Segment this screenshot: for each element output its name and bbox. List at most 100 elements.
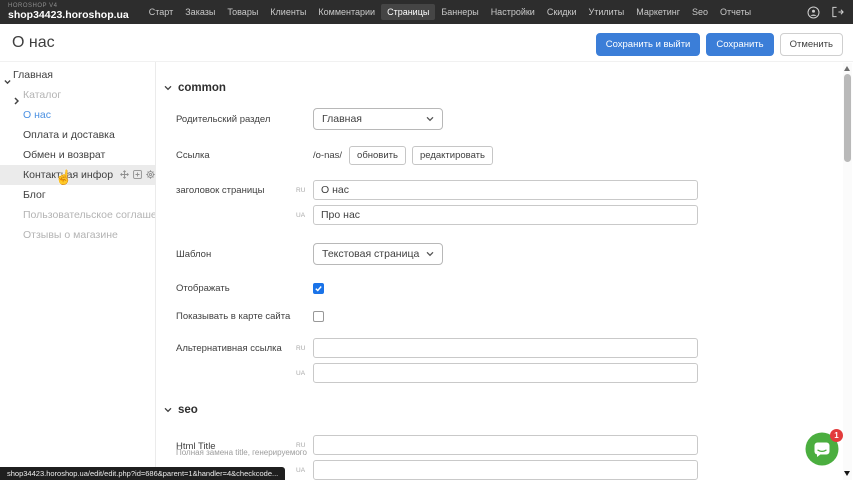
link-row: Ссылка /o-nas/ обновить редактировать bbox=[176, 146, 841, 165]
save-button[interactable]: Сохранить bbox=[706, 33, 773, 56]
sidebar-item-5[interactable]: Контактная инфор bbox=[0, 165, 155, 185]
display-checkbox[interactable] bbox=[313, 283, 324, 294]
chevron-down-icon bbox=[164, 407, 172, 413]
link-update-button[interactable]: обновить bbox=[349, 146, 406, 165]
topbar-menu-item-7[interactable]: Настройки bbox=[485, 4, 541, 20]
gear-icon[interactable] bbox=[146, 170, 155, 179]
cursor-hand-icon: ☝ bbox=[55, 169, 72, 186]
parent-section-select[interactable]: Главная bbox=[313, 108, 443, 130]
html-title-ru-input[interactable] bbox=[313, 435, 698, 455]
lang-ru-tag: RU bbox=[296, 344, 313, 352]
sidebar-item-4[interactable]: Обмен и возврат bbox=[0, 145, 155, 165]
topbar-menu-item-1[interactable]: Заказы bbox=[179, 4, 221, 20]
page-title: О нас bbox=[12, 34, 55, 52]
spacer bbox=[296, 254, 313, 255]
sidebar-item-6[interactable]: Блог bbox=[0, 185, 155, 205]
sidebar: Главная Каталог О насОплата и доставка Обме… bbox=[0, 62, 156, 480]
brand[interactable]: HOROSHOP V4 shop34423.horoshop.ua bbox=[8, 3, 129, 21]
topbar-menu-item-9[interactable]: Утилиты bbox=[583, 4, 631, 20]
topbar-menu-item-5[interactable]: Страницы bbox=[381, 4, 435, 20]
sitemap-row: Показывать в карте сайта bbox=[176, 311, 841, 322]
scrollbar[interactable] bbox=[843, 63, 852, 480]
topbar-icons bbox=[807, 6, 844, 19]
lang-ru-tag: RU bbox=[296, 186, 313, 194]
spacer bbox=[296, 288, 313, 289]
page-title-ua-input[interactable] bbox=[313, 205, 698, 225]
alt-link-label: Альтернативная ссылка bbox=[176, 343, 296, 354]
alt-link-ua-input[interactable] bbox=[313, 363, 698, 383]
html-title-label-block: Html Title Полная замена title, генериру… bbox=[176, 436, 296, 454]
scrollbar-down-arrow[interactable] bbox=[844, 471, 850, 476]
page-title-ua-row: UA bbox=[176, 205, 841, 225]
sitemap-label: Показывать в карте сайта bbox=[176, 311, 296, 322]
html-title-ru-row: Html Title Полная замена title, генериру… bbox=[176, 435, 841, 455]
topbar: HOROSHOP V4 shop34423.horoshop.ua СтартЗ… bbox=[0, 0, 853, 24]
logout-icon[interactable] bbox=[831, 6, 844, 18]
main-content: common Родительский раздел Главная Ссылк… bbox=[157, 62, 841, 480]
sidebar-item-3[interactable]: Оплата и доставка bbox=[0, 125, 155, 145]
html-title-ua-input[interactable] bbox=[313, 460, 698, 480]
topbar-menu-item-0[interactable]: Старт bbox=[143, 4, 179, 20]
section-seo-title: seo bbox=[178, 404, 198, 416]
sidebar-item-2[interactable]: О нас bbox=[0, 105, 155, 125]
section-seo[interactable]: seo bbox=[164, 404, 841, 416]
sitemap-checkbox[interactable] bbox=[313, 311, 324, 322]
header-buttons: Сохранить и выйти Сохранить Отменить bbox=[596, 33, 843, 56]
html-title-note: Полная замена title, генерируемого bbox=[176, 448, 307, 457]
topbar-menu-item-4[interactable]: Комментарии bbox=[312, 4, 381, 20]
template-select[interactable]: Текстовая страница bbox=[313, 243, 443, 265]
chevron-down-icon bbox=[426, 116, 434, 122]
topbar-menu-item-8[interactable]: Скидки bbox=[541, 4, 583, 20]
sidebar-item-label: Обмен и возврат bbox=[23, 149, 105, 161]
alt-link-ru-row: Альтернативная ссылка RU bbox=[176, 338, 841, 358]
display-label: Отображать bbox=[176, 283, 296, 294]
chevron-down-icon bbox=[164, 85, 172, 91]
topbar-menu-item-3[interactable]: Клиенты bbox=[264, 4, 312, 20]
parent-section-value: Главная bbox=[322, 113, 362, 125]
topbar-menu-item-2[interactable]: Товары bbox=[221, 4, 264, 20]
page: HOROSHOP V4 shop34423.horoshop.ua СтартЗ… bbox=[0, 0, 853, 480]
sidebar-item-1[interactable]: Каталог bbox=[0, 85, 155, 105]
chat-unread-badge: 1 bbox=[830, 429, 843, 442]
display-row: Отображать bbox=[176, 283, 841, 294]
cancel-button[interactable]: Отменить bbox=[780, 33, 843, 56]
sidebar-item-label: Главная bbox=[13, 69, 53, 81]
template-label: Шаблон bbox=[176, 249, 296, 260]
link-edit-button[interactable]: редактировать bbox=[412, 146, 493, 165]
scrollbar-up-arrow[interactable] bbox=[844, 66, 850, 71]
parent-section-row: Родительский раздел Главная bbox=[176, 108, 841, 130]
section-common[interactable]: common bbox=[164, 82, 841, 94]
spacer bbox=[296, 155, 313, 156]
topbar-menu: СтартЗаказыТоварыКлиентыКомментарииСтран… bbox=[143, 4, 757, 20]
parent-section-label: Родительский раздел bbox=[176, 114, 296, 125]
section-common-title: common bbox=[178, 82, 226, 94]
sidebar-item-actions bbox=[120, 170, 156, 179]
lang-ua-tag: UA bbox=[296, 466, 313, 474]
sidebar-item-label: Пользовательское соглашение bbox=[23, 209, 156, 221]
topbar-menu-item-11[interactable]: Seo bbox=[686, 4, 714, 20]
chevron-down-icon bbox=[426, 251, 434, 257]
alt-link-ru-input[interactable] bbox=[313, 338, 698, 358]
sidebar-item-7[interactable]: Пользовательское соглашение bbox=[0, 205, 155, 225]
sidebar-item-0[interactable]: Главная bbox=[0, 65, 155, 85]
status-url-tooltip: shop34423.horoshop.ua/edit/edit.php?id=6… bbox=[0, 467, 285, 480]
page-title-ru-input[interactable] bbox=[313, 180, 698, 200]
scrollbar-thumb[interactable] bbox=[844, 74, 851, 162]
sidebar-item-label: Отзывы о магазине bbox=[23, 229, 118, 241]
sidebar-tree: Главная Каталог О насОплата и доставка Обме… bbox=[0, 65, 155, 245]
topbar-menu-item-6[interactable]: Баннеры bbox=[435, 4, 484, 20]
chat-widget-button[interactable]: 1 bbox=[804, 431, 842, 469]
save-and-exit-button[interactable]: Сохранить и выйти bbox=[596, 33, 701, 56]
topbar-menu-item-10[interactable]: Маркетинг bbox=[630, 4, 686, 20]
alt-link-ua-row: UA bbox=[176, 363, 841, 383]
lang-ua-tag: UA bbox=[296, 211, 313, 219]
add-page-icon[interactable] bbox=[133, 170, 142, 179]
topbar-menu-item-12[interactable]: Отчеты bbox=[714, 4, 757, 20]
page-title-label: заголовок страницы bbox=[176, 185, 296, 196]
template-row: Шаблон Текстовая страница bbox=[176, 243, 841, 265]
sidebar-item-label: Блог bbox=[23, 189, 46, 201]
sidebar-item-label: Каталог bbox=[23, 89, 61, 101]
sidebar-item-8[interactable]: Отзывы о магазине bbox=[0, 225, 155, 245]
move-icon[interactable] bbox=[120, 170, 129, 179]
account-icon[interactable] bbox=[807, 6, 820, 19]
